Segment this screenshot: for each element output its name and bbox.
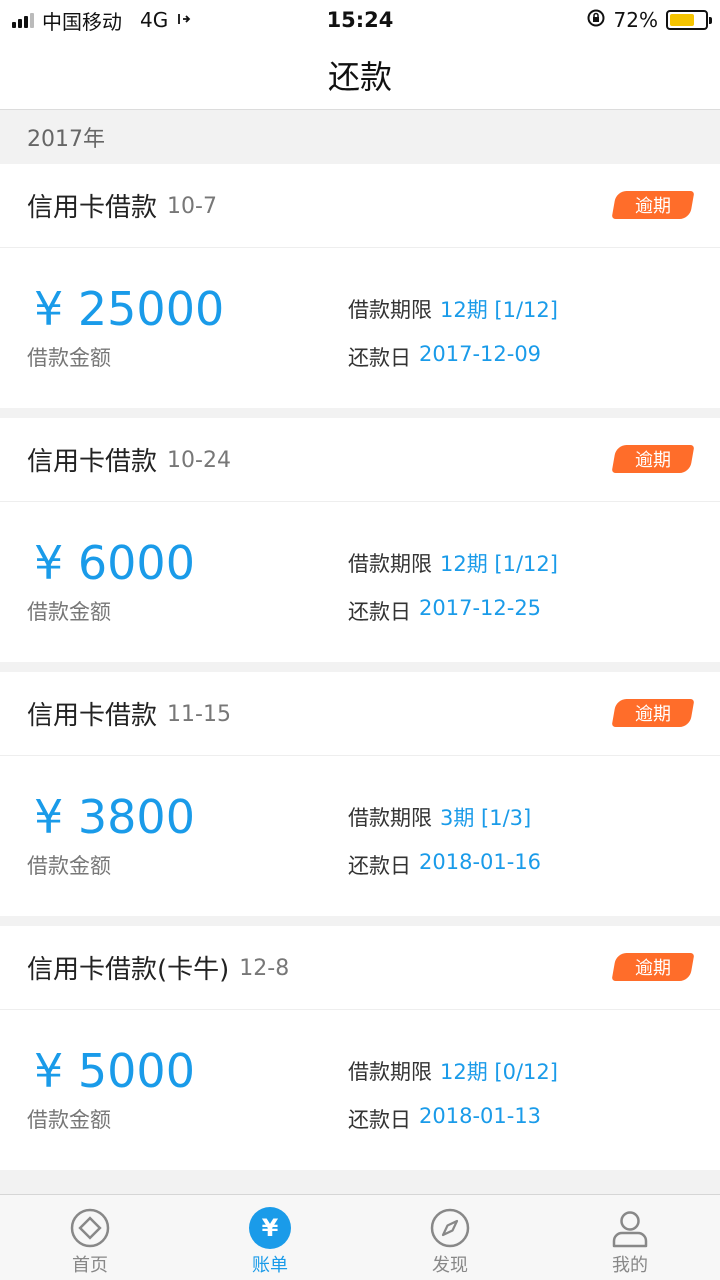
loan-title: 信用卡借款 [27, 447, 158, 477]
overdue-badge-label: 逾期 [635, 704, 671, 725]
tab-discover-label: 发现 [432, 1255, 468, 1276]
loan-card-body: ¥ 6000 借款金额 借款期限 12期 [1/12] 还款日 2017-12-… [0, 502, 720, 662]
loan-card[interactable]: 信用卡借款 10-7 逾期 ¥ 25000 借款金额 借款期限 12期 [1/1… [0, 164, 720, 408]
loan-title: 信用卡借款 [27, 193, 158, 223]
overdue-badge: 逾期 [611, 445, 695, 473]
yen-icon: ¥ [249, 1207, 291, 1249]
loan-term-value: 12期 [0/12] [440, 1060, 558, 1084]
loan-card[interactable]: 信用卡借款 10-24 逾期 ¥ 6000 借款金额 借款期限 12期 [1/1… [0, 418, 720, 662]
due-date-label: 还款日 [348, 854, 411, 878]
due-date-value: 2017-12-09 [419, 342, 542, 366]
battery-percent: 72% [613, 8, 658, 32]
loan-amount-label: 借款金额 [27, 346, 111, 370]
due-date-value: 2018-01-13 [419, 1104, 542, 1128]
loan-amount: ¥ 6000 [34, 536, 195, 590]
overdue-badge-label: 逾期 [635, 196, 671, 217]
loan-date: 12-8 [239, 956, 290, 981]
due-date-row: 还款日 2018-01-16 [348, 850, 541, 880]
due-date-value: 2018-01-16 [419, 850, 542, 874]
loan-term-label: 借款期限 [348, 552, 432, 576]
rotation-lock-icon [586, 8, 606, 33]
loan-date: 10-7 [167, 194, 217, 219]
tab-bills-label: 账单 [252, 1255, 288, 1276]
overdue-badge: 逾期 [611, 953, 695, 981]
loan-term-label: 借款期限 [348, 298, 432, 322]
loan-amount: ¥ 3800 [34, 790, 195, 844]
due-date-label: 还款日 [348, 1108, 411, 1132]
overdue-badge-label: 逾期 [635, 958, 671, 979]
loan-card-header: 信用卡借款 10-7 逾期 [0, 164, 720, 248]
loan-term-row: 借款期限 3期 [1/3] [348, 802, 531, 832]
loan-term-row: 借款期限 12期 [1/12] [348, 294, 558, 324]
due-date-row: 还款日 2018-01-13 [348, 1104, 541, 1134]
loan-title: 信用卡借款 [27, 701, 158, 731]
tab-home-label: 首页 [72, 1255, 108, 1276]
due-date-row: 还款日 2017-12-25 [348, 596, 541, 626]
tab-bills[interactable]: ¥ 账单 [180, 1195, 360, 1280]
overdue-badge: 逾期 [611, 191, 695, 219]
loan-title: 信用卡借款(卡牛) [27, 955, 230, 985]
loan-date: 11-15 [167, 702, 231, 727]
tab-home[interactable]: 首页 [0, 1195, 180, 1280]
battery-icon [666, 10, 712, 30]
page-title: 还款 [327, 57, 392, 96]
nav-header: 还款 [0, 40, 720, 110]
due-date-value: 2017-12-25 [419, 596, 542, 620]
compass-icon [429, 1207, 471, 1249]
loan-card-header: 信用卡借款(卡牛) 12-8 逾期 [0, 926, 720, 1010]
loan-amount: ¥ 5000 [34, 1044, 195, 1098]
tab-mine[interactable]: 我的 [540, 1195, 720, 1280]
loan-term-row: 借款期限 12期 [0/12] [348, 1056, 558, 1086]
overdue-badge: 逾期 [611, 699, 695, 727]
status-bar: 中国移动 4G 15:24 72% [0, 0, 720, 40]
loan-term-label: 借款期限 [348, 806, 432, 830]
loan-term-value: 3期 [1/3] [440, 806, 532, 830]
loan-card-header: 信用卡借款 10-24 逾期 [0, 418, 720, 502]
tab-discover[interactable]: 发现 [360, 1195, 540, 1280]
loan-card-header: 信用卡借款 11-15 逾期 [0, 672, 720, 756]
status-right: 72% [586, 0, 712, 40]
loan-card-body: ¥ 3800 借款金额 借款期限 3期 [1/3] 还款日 2018-01-16 [0, 756, 720, 916]
loan-card-body: ¥ 25000 借款金额 借款期限 12期 [1/12] 还款日 2017-12… [0, 248, 720, 408]
loan-card[interactable]: 信用卡借款(卡牛) 12-8 逾期 ¥ 5000 借款金额 借款期限 12期 [… [0, 926, 720, 1170]
loan-date: 10-24 [167, 448, 231, 473]
loan-amount-label: 借款金额 [27, 600, 111, 624]
overdue-badge-label: 逾期 [635, 450, 671, 471]
due-date-label: 还款日 [348, 346, 411, 370]
tab-bar: 首页 ¥ 账单 发现 我的 [0, 1194, 720, 1280]
loan-term-label: 借款期限 [348, 1060, 432, 1084]
tab-mine-label: 我的 [612, 1255, 648, 1276]
loan-card-body: ¥ 5000 借款金额 借款期限 12期 [0/12] 还款日 2018-01-… [0, 1010, 720, 1170]
loan-term-row: 借款期限 12期 [1/12] [348, 548, 558, 578]
loan-term-value: 12期 [1/12] [440, 298, 558, 322]
year-section-header: 2017年 [0, 111, 720, 163]
loan-amount-label: 借款金额 [27, 854, 111, 878]
loan-card[interactable]: 信用卡借款 11-15 逾期 ¥ 3800 借款金额 借款期限 3期 [1/3]… [0, 672, 720, 916]
due-date-label: 还款日 [348, 600, 411, 624]
due-date-row: 还款日 2017-12-09 [348, 342, 541, 372]
loan-amount: ¥ 25000 [34, 282, 225, 336]
loan-term-value: 12期 [1/12] [440, 552, 558, 576]
home-icon [69, 1207, 111, 1249]
loan-amount-label: 借款金额 [27, 1108, 111, 1132]
user-icon [609, 1207, 651, 1249]
battery-level [670, 14, 695, 26]
